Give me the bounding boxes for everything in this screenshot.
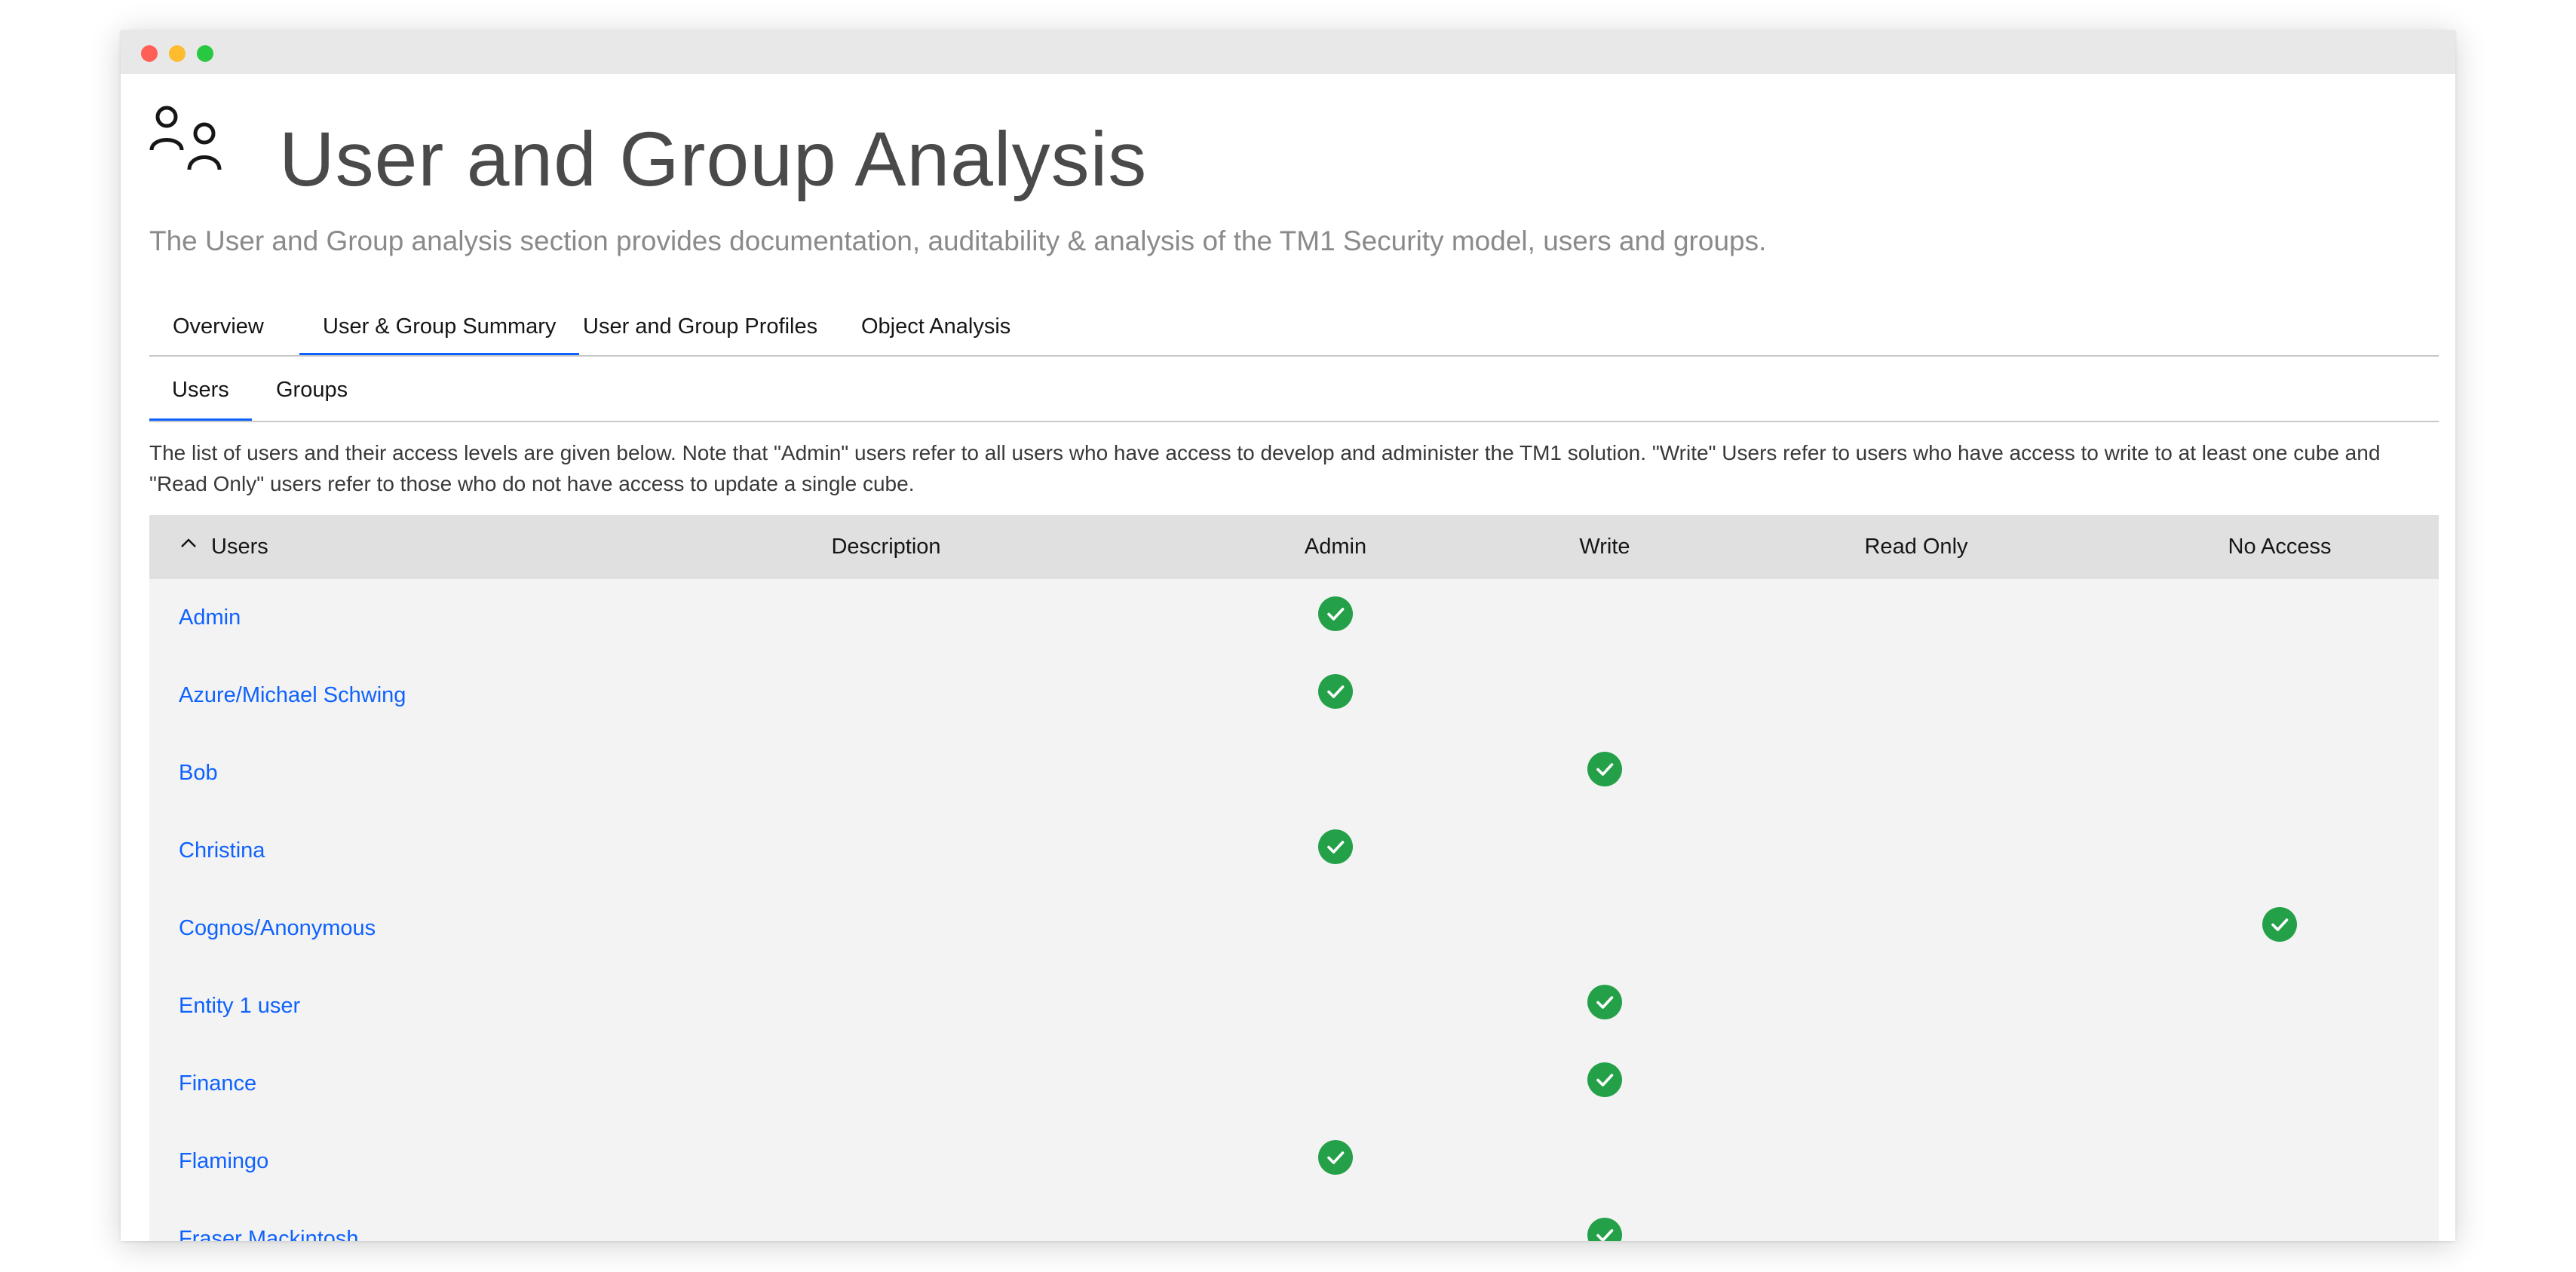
column-header-read-only[interactable]: Read Only xyxy=(1864,515,1967,579)
column-header-write[interactable]: Write xyxy=(1579,515,1630,579)
table-header: Users Description Admin Write Read Only … xyxy=(149,515,2439,579)
tab-object-analysis[interactable]: Object Analysis xyxy=(838,298,1034,355)
close-window-button[interactable] xyxy=(141,45,158,62)
window-titlebar xyxy=(121,30,2455,74)
user-name-link[interactable]: Christina xyxy=(179,812,265,889)
column-header-admin[interactable]: Admin xyxy=(1305,515,1366,579)
tab-user-group-summary[interactable]: User & Group Summary xyxy=(299,298,580,355)
user-name-link[interactable]: Finance xyxy=(179,1045,256,1122)
check-icon xyxy=(2262,907,2297,942)
subtab-groups[interactable]: Groups xyxy=(253,362,370,421)
chevron-up-icon[interactable] xyxy=(179,535,198,553)
table-row: Finance xyxy=(149,1045,2439,1122)
main-tabs: Overview User & Group Summary User and G… xyxy=(149,298,2439,357)
check-icon xyxy=(1587,985,1622,1019)
check-icon xyxy=(1318,1140,1353,1175)
table-row: Christina xyxy=(149,812,2439,889)
table-row: Cognos/Anonymous xyxy=(149,890,2439,967)
table-row: Azure/Michael Schwing xyxy=(149,657,2439,734)
table-row: Flamingo xyxy=(149,1123,2439,1200)
table-row: Entity 1 user xyxy=(149,967,2439,1044)
browser-window: User and Group Analysis The User and Gro… xyxy=(121,30,2455,1241)
access-levels-note: The list of users and their access level… xyxy=(149,441,2381,495)
check-icon xyxy=(1318,829,1353,864)
table-row: Bob xyxy=(149,734,2439,811)
check-icon xyxy=(1587,1218,1622,1241)
check-icon xyxy=(1587,1062,1622,1097)
user-name-link[interactable]: Admin xyxy=(179,579,241,656)
tab-overview[interactable]: Overview xyxy=(149,298,287,355)
tab-user-group-profiles[interactable]: User and Group Profiles xyxy=(560,298,841,355)
page-title: User and Group Analysis xyxy=(279,116,1148,202)
page-subtitle: The User and Group analysis section prov… xyxy=(149,225,1767,256)
sub-tabs: Users Groups xyxy=(149,362,2439,422)
user-name-link[interactable]: Fraser Mackintosh xyxy=(179,1200,359,1241)
subtab-users[interactable]: Users xyxy=(149,362,252,421)
check-icon xyxy=(1318,596,1353,631)
user-name-link[interactable]: Azure/Michael Schwing xyxy=(179,657,406,734)
minimize-window-button[interactable] xyxy=(169,45,186,62)
table-row: Fraser Mackintosh xyxy=(149,1200,2439,1241)
user-name-link[interactable]: Cognos/Anonymous xyxy=(179,890,376,967)
check-icon xyxy=(1587,752,1622,786)
user-name-link[interactable]: Flamingo xyxy=(179,1123,268,1200)
column-header-users[interactable]: Users xyxy=(211,515,268,579)
column-header-description[interactable]: Description xyxy=(831,515,940,579)
users-icon xyxy=(149,106,222,170)
users-table: Users Description Admin Write Read Only … xyxy=(149,515,2439,1241)
user-name-link[interactable]: Bob xyxy=(179,734,218,811)
column-header-no-access[interactable]: No Access xyxy=(2228,515,2332,579)
check-icon xyxy=(1318,674,1353,709)
maximize-window-button[interactable] xyxy=(197,45,213,62)
user-name-link[interactable]: Entity 1 user xyxy=(179,967,300,1044)
table-row: Admin xyxy=(149,579,2439,656)
